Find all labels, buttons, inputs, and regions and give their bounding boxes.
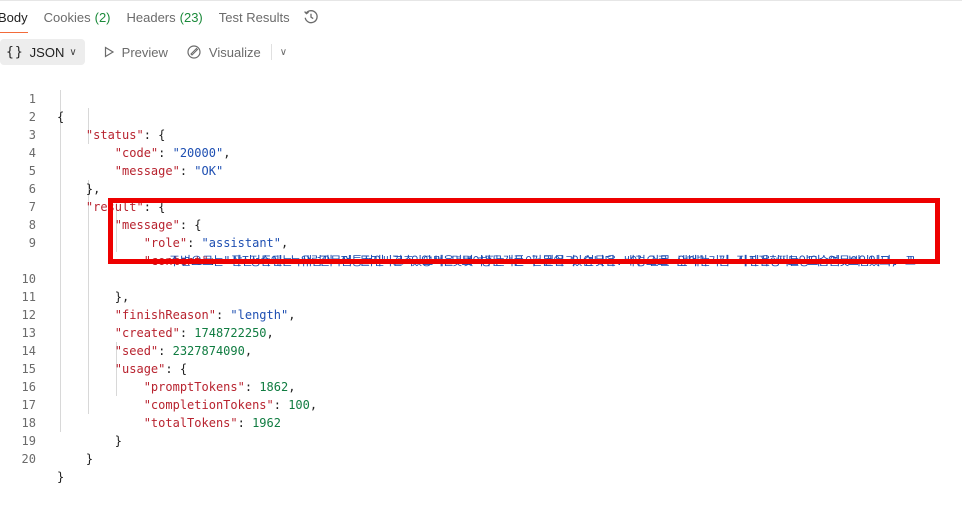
tab-body-label: Body bbox=[0, 9, 28, 25]
code-line: 10 }, bbox=[0, 252, 962, 304]
tab-test-results[interactable]: Test Results bbox=[219, 0, 290, 34]
code-line: 12 "created": 1748722250, bbox=[0, 288, 962, 340]
code-line: 7 "message": { bbox=[0, 180, 962, 232]
visualize-icon bbox=[186, 44, 202, 60]
chevron-down-icon: ∨ bbox=[69, 46, 77, 58]
line-text: } bbox=[57, 470, 65, 484]
code-line: 19 } bbox=[0, 414, 962, 466]
code-line: 1 { bbox=[0, 72, 962, 124]
tab-headers-label: Headers bbox=[126, 9, 176, 25]
toolbar-divider bbox=[270, 44, 272, 60]
braces-icon: {} bbox=[6, 44, 24, 60]
code-line: 17 "totalTokens": 1962 bbox=[0, 378, 962, 430]
tab-cookies-label: Cookies bbox=[43, 9, 91, 25]
tab-headers-count: (23) bbox=[179, 9, 203, 25]
preview-label: Preview bbox=[121, 44, 168, 60]
line-number: 20 bbox=[21, 452, 36, 466]
history-icon[interactable] bbox=[302, 8, 320, 26]
code-line: 3 "code": "20000", bbox=[0, 108, 962, 160]
code-line: 14 "usage": { bbox=[0, 324, 962, 376]
code-line: 9 "content": "사진 속에는 유럽의 전통적인 건축 양식을 보여주… bbox=[0, 216, 962, 268]
code-line: 8 "role": "assistant", bbox=[0, 198, 962, 250]
code-line: 5 }, bbox=[0, 144, 962, 196]
code-line: 4 "message": "OK" bbox=[0, 126, 962, 178]
tab-headers[interactable]: Headers (23) bbox=[127, 0, 203, 34]
response-toolbar: {} JSON ∨ Preview Visualize ∨ bbox=[0, 38, 962, 66]
code-line: 20 } bbox=[0, 432, 962, 484]
code-line: 13 "seed": 2327874090, bbox=[0, 306, 962, 358]
tab-test-results-label: Test Results bbox=[218, 9, 290, 25]
visualize-button[interactable]: Visualize bbox=[186, 39, 261, 65]
tab-cookies[interactable]: Cookies (2) bbox=[44, 0, 111, 34]
visualize-chevron-icon[interactable]: ∨ bbox=[280, 47, 287, 58]
play-icon bbox=[103, 46, 115, 58]
line-text: } bbox=[85, 452, 94, 466]
visualize-label: Visualize bbox=[208, 44, 261, 60]
preview-button[interactable]: Preview bbox=[103, 39, 168, 65]
format-label: JSON bbox=[29, 44, 65, 60]
code-line: 2 "status": { bbox=[0, 90, 962, 142]
code-line: 11 "finishReason": "length", bbox=[0, 270, 962, 322]
tab-body[interactable]: Body bbox=[0, 0, 28, 34]
code-line: 18 } bbox=[0, 396, 962, 448]
json-response-viewer[interactable]: 1 { 2 "status": { 3 "code": "20000", 4 "… bbox=[0, 72, 962, 484]
format-dropdown[interactable]: {} JSON ∨ bbox=[0, 39, 85, 65]
code-line: 16 "completionTokens": 100, bbox=[0, 360, 962, 412]
code-line: 15 "promptTokens": 1862, bbox=[0, 342, 962, 394]
code-line: 6 "result": { bbox=[0, 162, 962, 214]
response-tabs: Body Cookies (2) Headers (23) Test Resul… bbox=[0, 0, 962, 34]
tab-cookies-count: (2) bbox=[94, 9, 111, 25]
code-line-wrap: 주변으로는 잘 정돈된 녹색 관목이 둘러싸고 있으며 몇몇 방문객들이 건물과… bbox=[0, 234, 962, 268]
